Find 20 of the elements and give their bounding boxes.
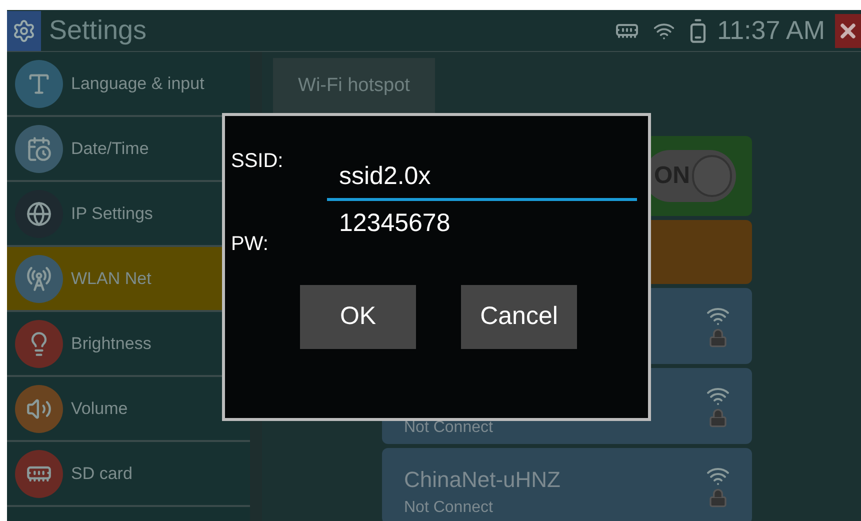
network-status: Not Connect <box>404 418 494 438</box>
dialog-button[interactable]: Cancel <box>461 284 577 348</box>
menu-icon <box>15 384 63 432</box>
network-status: Not Connect <box>404 498 494 518</box>
dialog-button[interactable]: OK <box>300 284 416 348</box>
network-row[interactable]: ChinaNet-uHNZ Not Connect <box>382 448 752 521</box>
pw-input[interactable]: 12345678 <box>327 204 637 242</box>
menu-icon <box>15 124 63 172</box>
close-button[interactable] <box>835 14 861 48</box>
menu-icon <box>15 254 63 302</box>
tab[interactable]: Wi-Fi hotspot <box>273 58 435 114</box>
clock-time: 11:37 AM <box>717 14 825 47</box>
ssid-input[interactable]: ssid2.0x <box>327 158 637 200</box>
network-name: ChinaNet-uHNZ <box>404 466 562 494</box>
settings-icon <box>7 10 41 50</box>
menu-icon <box>15 450 63 498</box>
window-title: Settings <box>49 14 147 48</box>
menu-icon <box>15 320 63 368</box>
menu-icon <box>15 190 63 238</box>
menu-icon <box>15 60 63 108</box>
